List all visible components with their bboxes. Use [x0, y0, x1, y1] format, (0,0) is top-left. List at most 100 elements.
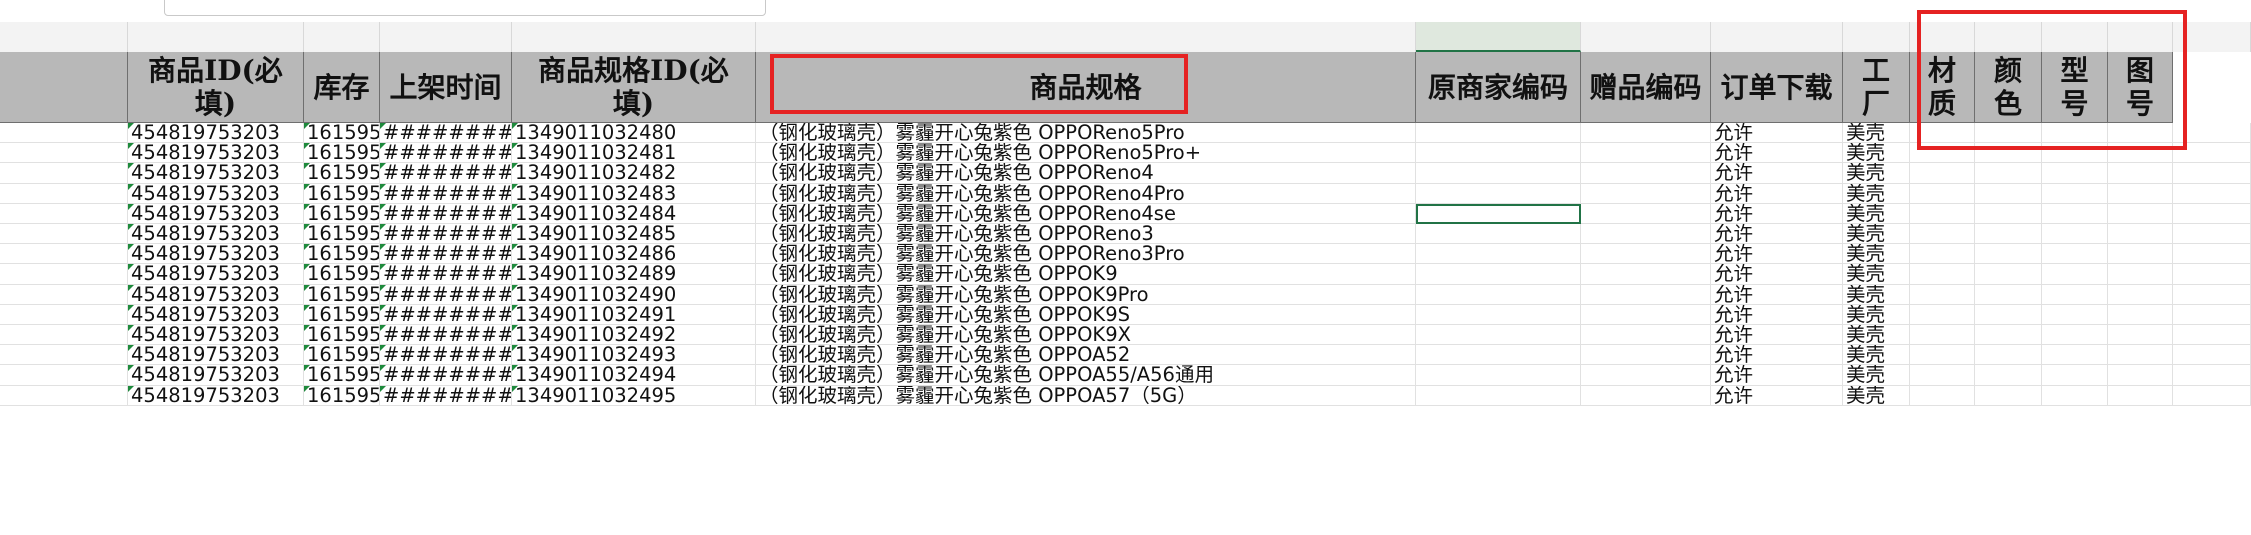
- cell-m[interactable]: 美壳: [1843, 244, 1910, 265]
- cell-n[interactable]: [1910, 203, 1975, 224]
- cell-i[interactable]: （钢化玻璃壳）雾霾开心兔紫色 OPPOReno3Pro: [756, 244, 1416, 265]
- cell-o[interactable]: [1975, 325, 2042, 346]
- cell-f[interactable]: 1615952: [304, 123, 380, 144]
- cell-p[interactable]: [2042, 365, 2108, 386]
- cell-q[interactable]: [2108, 385, 2173, 406]
- cell-i[interactable]: （钢化玻璃壳）雾霾开心兔紫色 OPPOReno4se: [756, 203, 1416, 224]
- cell-g[interactable]: ###########: [380, 183, 512, 204]
- cell-l[interactable]: 允许: [1711, 203, 1843, 224]
- cell-r[interactable]: [2173, 143, 2251, 164]
- cell-n[interactable]: [1910, 345, 1975, 366]
- column-letter-f[interactable]: [304, 22, 380, 52]
- cell-e[interactable]: 454819753203: [128, 264, 304, 285]
- cell-r[interactable]: [2173, 365, 2251, 386]
- cell-e[interactable]: 454819753203: [128, 123, 304, 144]
- cell-q[interactable]: [2108, 264, 2173, 285]
- cell-p[interactable]: [2042, 284, 2108, 305]
- cell-q[interactable]: [2108, 244, 2173, 265]
- cell-o[interactable]: [1975, 203, 2042, 224]
- cell-j[interactable]: [1416, 284, 1581, 305]
- cell-k[interactable]: [1581, 224, 1711, 245]
- cell-m[interactable]: 美壳: [1843, 224, 1910, 245]
- cell-i[interactable]: （钢化玻璃壳）雾霾开心兔紫色 OPPOK9S: [756, 304, 1416, 325]
- cell-o[interactable]: [1975, 244, 2042, 265]
- cell-q[interactable]: [2108, 365, 2173, 386]
- cell-e[interactable]: 454819753203: [128, 163, 304, 184]
- cell-l[interactable]: 允许: [1711, 183, 1843, 204]
- cell-n[interactable]: [1910, 304, 1975, 325]
- column-letter-o[interactable]: [1975, 22, 2042, 52]
- cell-e[interactable]: 454819753203: [128, 224, 304, 245]
- cell-l[interactable]: 允许: [1711, 325, 1843, 346]
- cell-i[interactable]: （钢化玻璃壳）雾霾开心兔紫色 OPPOReno5Pro: [756, 123, 1416, 144]
- cell-g[interactable]: ###########: [380, 163, 512, 184]
- cell-r[interactable]: [2173, 325, 2251, 346]
- cell-f[interactable]: 1615952: [304, 163, 380, 184]
- cell-k[interactable]: [1581, 304, 1711, 325]
- cell-p[interactable]: [2042, 163, 2108, 184]
- cell-o[interactable]: [1975, 183, 2042, 204]
- selected-cell[interactable]: [1416, 203, 1581, 225]
- cell-e[interactable]: 454819753203: [128, 183, 304, 204]
- cell-f[interactable]: 1615952: [304, 284, 380, 305]
- cell-n[interactable]: [1910, 284, 1975, 305]
- cell-m[interactable]: 美壳: [1843, 345, 1910, 366]
- cell-k[interactable]: [1581, 385, 1711, 406]
- cell-h[interactable]: 1349011032483: [512, 183, 756, 204]
- cell-m[interactable]: 美壳: [1843, 325, 1910, 346]
- header-cell-q[interactable]: 图号: [2108, 52, 2173, 123]
- cell-l[interactable]: 允许: [1711, 385, 1843, 406]
- cell-p[interactable]: [2042, 325, 2108, 346]
- cell-o[interactable]: [1975, 345, 2042, 366]
- cell-m[interactable]: 美壳: [1843, 143, 1910, 164]
- cell-j[interactable]: [1416, 224, 1581, 245]
- cell-l[interactable]: 允许: [1711, 244, 1843, 265]
- cell-m[interactable]: 美壳: [1843, 264, 1910, 285]
- cell-l[interactable]: 允许: [1711, 365, 1843, 386]
- cell-h[interactable]: 1349011032481: [512, 143, 756, 164]
- cell-r[interactable]: [2173, 244, 2251, 265]
- cell-r[interactable]: [2173, 304, 2251, 325]
- cell-o[interactable]: [1975, 224, 2042, 245]
- cell-r[interactable]: [2173, 284, 2251, 305]
- cell-k[interactable]: [1581, 163, 1711, 184]
- cell-e[interactable]: 454819753203: [128, 284, 304, 305]
- cell-l[interactable]: 允许: [1711, 224, 1843, 245]
- cell-i[interactable]: （钢化玻璃壳）雾霾开心兔紫色 OPPOA52: [756, 345, 1416, 366]
- column-letter-e[interactable]: [128, 22, 304, 52]
- cell-r[interactable]: [2173, 203, 2251, 224]
- cell-h[interactable]: 1349011032482: [512, 163, 756, 184]
- header-cell-p[interactable]: 型号: [2042, 52, 2108, 123]
- cell-g[interactable]: ###########: [380, 264, 512, 285]
- cell-k[interactable]: [1581, 183, 1711, 204]
- cell-d[interactable]: [0, 385, 128, 406]
- cell-e[interactable]: 454819753203: [128, 244, 304, 265]
- cell-d[interactable]: [0, 264, 128, 285]
- column-letter-d[interactable]: [0, 22, 128, 52]
- cell-i[interactable]: （钢化玻璃壳）雾霾开心兔紫色 OPPOA57（5G）: [756, 385, 1416, 406]
- header-cell-f[interactable]: 库存: [304, 52, 380, 123]
- cell-k[interactable]: [1581, 284, 1711, 305]
- cell-k[interactable]: [1581, 203, 1711, 224]
- cell-d[interactable]: [0, 224, 128, 245]
- cell-f[interactable]: 1615952: [304, 365, 380, 386]
- cell-j[interactable]: [1416, 385, 1581, 406]
- cell-d[interactable]: [0, 284, 128, 305]
- cell-q[interactable]: [2108, 183, 2173, 204]
- cell-f[interactable]: 1615952: [304, 264, 380, 285]
- cell-p[interactable]: [2042, 304, 2108, 325]
- column-letter-i[interactable]: [756, 22, 1416, 52]
- cell-h[interactable]: 1349011032493: [512, 345, 756, 366]
- cell-k[interactable]: [1581, 244, 1711, 265]
- cell-h[interactable]: 1349011032480: [512, 123, 756, 144]
- header-cell-d[interactable]: [0, 52, 128, 123]
- cell-m[interactable]: 美壳: [1843, 163, 1910, 184]
- cell-m[interactable]: 美壳: [1843, 284, 1910, 305]
- cell-j[interactable]: [1416, 244, 1581, 265]
- header-cell-h[interactable]: 商品规格ID(必 填): [512, 52, 756, 123]
- cell-g[interactable]: ###########: [380, 203, 512, 224]
- cell-i[interactable]: （钢化玻璃壳）雾霾开心兔紫色 OPPOK9X: [756, 325, 1416, 346]
- header-cell-e[interactable]: 商品ID(必 填): [128, 52, 304, 123]
- cell-l[interactable]: 允许: [1711, 345, 1843, 366]
- cell-q[interactable]: [2108, 163, 2173, 184]
